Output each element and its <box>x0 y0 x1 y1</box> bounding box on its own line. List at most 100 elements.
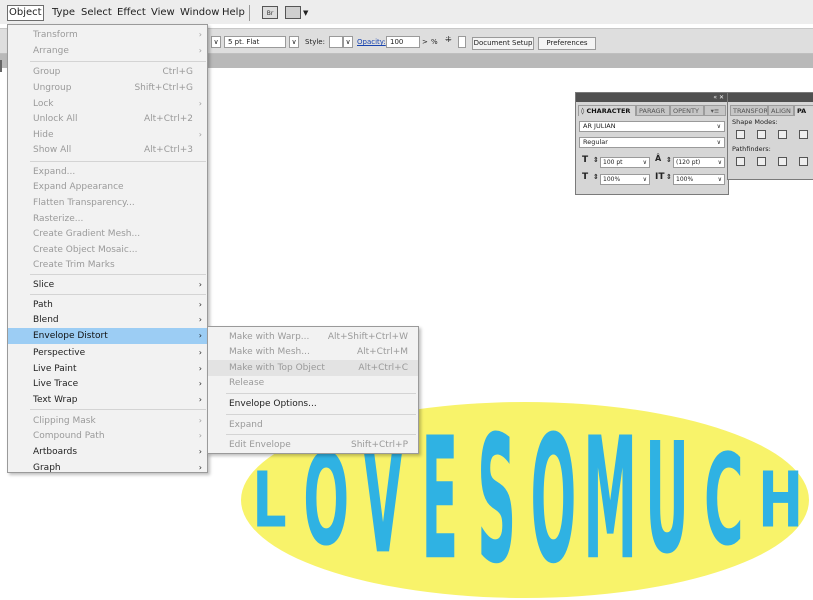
unite-icon[interactable] <box>736 130 745 139</box>
chevron-right-icon: › <box>198 280 202 289</box>
opacity-arrow-icon[interactable]: > <box>422 38 428 46</box>
font-size-value: 100 pt <box>603 159 623 166</box>
exclude-icon[interactable] <box>799 130 808 139</box>
leading-input[interactable]: (120 pt) ∨ <box>673 157 725 168</box>
horizontal-scale-input[interactable]: 100% ∨ <box>673 174 725 185</box>
bridge-icon[interactable]: Br <box>262 6 278 19</box>
stroke-dropdown-arrow[interactable]: ∨ <box>211 36 221 48</box>
font-family-value: AR JULIAN <box>583 122 616 130</box>
menu-item-text-wrap[interactable]: Text Wrap › <box>8 392 207 408</box>
menubar-separator <box>249 5 250 21</box>
menu-separator <box>226 414 416 415</box>
submenu-item-release: Release <box>208 375 418 391</box>
chevron-right-icon: › <box>198 416 202 425</box>
menu-type[interactable]: Type <box>52 6 75 20</box>
menu-item-show-all: Show All Alt+Ctrl+3 <box>8 142 207 158</box>
collapse-icon[interactable]: « <box>713 94 717 101</box>
arrange-documents-icon[interactable] <box>285 6 301 19</box>
preferences-button[interactable]: Preferences <box>538 37 596 50</box>
tab-align[interactable]: ALIGN <box>768 105 794 116</box>
recolor-dropdown[interactable] <box>458 36 466 48</box>
font-style-select[interactable]: Regular ∨ <box>579 137 725 148</box>
menu-object[interactable]: Object <box>7 5 44 21</box>
crop-icon[interactable] <box>799 157 808 166</box>
leading-stepper-icon[interactable]: ⇕ <box>666 156 672 164</box>
menu-item-slice[interactable]: Slice › <box>8 277 207 293</box>
menu-item-perspective[interactable]: Perspective › <box>8 345 207 361</box>
merge-icon[interactable] <box>778 157 787 166</box>
menu-item-blend[interactable]: Blend › <box>8 312 207 328</box>
menu-item-envelope-distort[interactable]: Envelope Distort › <box>8 328 207 344</box>
menu-help[interactable]: Help <box>222 6 245 20</box>
menu-item-label: Slice <box>33 280 55 290</box>
menu-item-hide: Hide › <box>8 127 207 143</box>
menu-item-unlock-all: Unlock All Alt+Ctrl+2 <box>8 111 207 127</box>
chevron-right-icon: › <box>198 99 202 108</box>
menu-item-label: Envelope Distort <box>33 331 108 341</box>
menu-item-path[interactable]: Path › <box>8 297 207 313</box>
menu-item-live-paint[interactable]: Live Paint › <box>8 361 207 377</box>
tab-transform[interactable]: TRANSFORM <box>730 105 768 116</box>
submenu-item-label: Envelope Options... <box>229 399 317 409</box>
vertical-scale-input[interactable]: 100% ∨ <box>600 174 650 185</box>
artwork-letter: S <box>477 400 516 600</box>
stroke-profile-arrow[interactable]: ∨ <box>289 36 299 48</box>
tab-character[interactable]: ◊ CHARACTER <box>578 105 636 116</box>
tab-paragraph[interactable]: PARAGR <box>636 105 670 116</box>
close-icon[interactable]: « ✕ <box>713 93 724 102</box>
menu-item-shortcut: Shift+Ctrl+G <box>134 83 193 93</box>
chevron-right-icon: › <box>198 46 202 55</box>
menu-select[interactable]: Select <box>81 6 112 20</box>
menu-view[interactable]: View <box>151 6 175 20</box>
menu-effect[interactable]: Effect <box>117 6 146 20</box>
tab-opentype[interactable]: OPENTY <box>670 105 704 116</box>
trim-icon[interactable] <box>757 157 766 166</box>
submenu-item-label: Edit Envelope <box>229 440 291 450</box>
divide-icon[interactable] <box>736 157 745 166</box>
style-swatch[interactable] <box>329 36 343 48</box>
menu-item-graph[interactable]: Graph › <box>8 460 207 476</box>
submenu-item-edit-envelope: Edit Envelope Shift+Ctrl+P <box>208 437 418 453</box>
intersect-icon[interactable] <box>778 130 787 139</box>
menu-item-label: Transform <box>33 30 78 40</box>
menu-item-shortcut: Alt+Ctrl+3 <box>143 145 193 155</box>
tab-pathfinder[interactable]: PA <box>794 105 813 116</box>
minus-front-icon[interactable] <box>757 130 766 139</box>
menu-item-shortcut: Ctrl+G <box>162 67 193 77</box>
panel-menu-icon[interactable]: ▾≡ <box>704 105 726 116</box>
menu-item-expand: Expand... <box>8 164 207 180</box>
horizontal-scale-stepper-icon[interactable]: ⇕ <box>666 173 672 181</box>
panel-close-icon[interactable]: ✕ <box>719 94 724 101</box>
chevron-right-icon: › <box>198 431 202 440</box>
chevron-down-icon: ∨ <box>717 159 722 166</box>
submenu-item-shortcut: Alt+Ctrl+M <box>356 347 408 357</box>
menu-item-flatten-transparency: Flatten Transparency... <box>8 195 207 211</box>
menu-item-label: Ungroup <box>33 83 72 93</box>
font-size-stepper-icon[interactable]: ⇕ <box>593 156 599 164</box>
vertical-scale-stepper-icon[interactable]: ⇕ <box>593 173 599 181</box>
menu-item-label: Graph <box>33 463 61 473</box>
font-style-value: Regular <box>583 138 608 146</box>
menu-item-label: Live Trace <box>33 379 79 389</box>
chevron-down-icon[interactable]: ▼ <box>303 6 308 20</box>
leading-value: (120 pt) <box>676 159 701 166</box>
menu-window[interactable]: Window <box>180 6 219 20</box>
menu-item-artboards[interactable]: Artboards › <box>8 444 207 460</box>
recolor-icon[interactable]: ⁜ <box>445 35 452 44</box>
style-label: Style: <box>305 38 325 46</box>
menu-item-label: Create Gradient Mesh... <box>33 229 141 239</box>
document-setup-button[interactable]: Document Setup <box>472 37 534 50</box>
menu-item-live-trace[interactable]: Live Trace › <box>8 376 207 392</box>
stroke-profile-select[interactable]: 5 pt. Flat <box>224 36 286 48</box>
menu-item-expand-appearance: Expand Appearance <box>8 179 207 195</box>
menu-item-label: Show All <box>33 145 72 155</box>
font-family-select[interactable]: AR JULIAN ∨ <box>579 121 725 132</box>
chevron-down-icon: ∨ <box>642 176 647 183</box>
submenu-item-envelope-options[interactable]: Envelope Options... <box>208 396 418 412</box>
style-dropdown-arrow[interactable]: ∨ <box>343 36 353 48</box>
font-size-input[interactable]: 100 pt ∨ <box>600 157 650 168</box>
menu-item-rasterize: Rasterize... <box>8 211 207 227</box>
opacity-input[interactable]: 100 <box>386 36 420 48</box>
chevron-right-icon: › <box>198 300 202 309</box>
opacity-link[interactable]: Opacity: <box>357 38 386 46</box>
